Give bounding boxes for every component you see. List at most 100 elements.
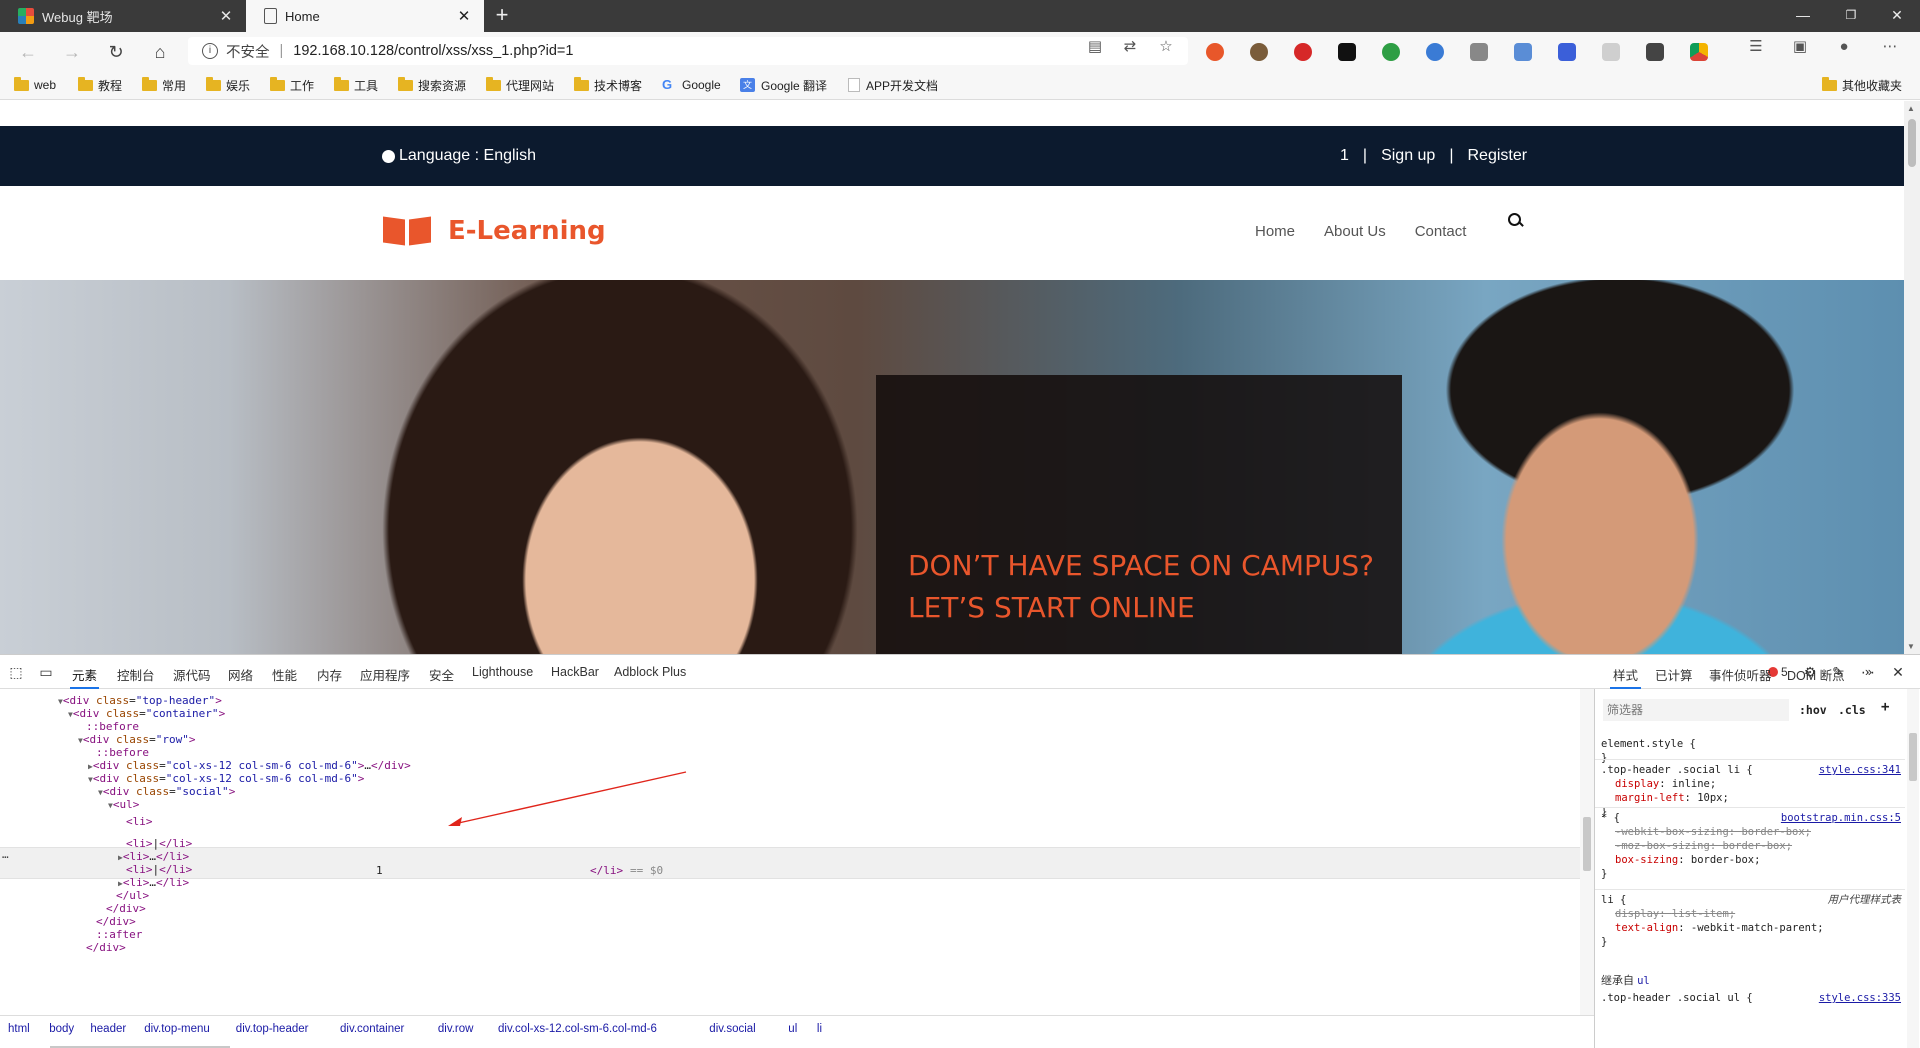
collections-icon[interactable]: ▣ xyxy=(1790,37,1810,57)
signup-link[interactable]: Sign up xyxy=(1381,147,1435,165)
bookmark-folder[interactable]: 搜索资源 xyxy=(398,76,466,94)
tab-styles[interactable]: 样式 xyxy=(1609,665,1642,689)
extension-icon[interactable] xyxy=(1558,43,1576,61)
breadcrumb-item[interactable]: div.top-header xyxy=(236,1023,309,1035)
extension-icon[interactable] xyxy=(1338,43,1356,61)
adblock-plus-icon[interactable] xyxy=(1294,43,1312,61)
bookmark-google[interactable]: G Google xyxy=(662,76,721,94)
breadcrumb-item[interactable]: div.container xyxy=(340,1023,404,1035)
styles-scrollbar[interactable] xyxy=(1907,689,1919,1048)
selected-dom-node[interactable]: … 1 </li> == $0 xyxy=(0,847,1580,879)
extension-icon[interactable] xyxy=(1470,43,1488,61)
tab-computed[interactable]: 已计算 xyxy=(1655,665,1693,684)
hover-state-button[interactable]: :hov xyxy=(1799,703,1827,717)
register-link[interactable]: Register xyxy=(1467,147,1527,165)
elements-scrollbar[interactable] xyxy=(1580,689,1594,1015)
tab-dom-breakpoints[interactable]: DOM 断点 xyxy=(1787,665,1845,684)
url-text[interactable]: 192.168.10.128/control/xss/xss_1.php?id=… xyxy=(293,43,573,59)
forward-button[interactable]: → xyxy=(58,38,86,66)
dom-node-line[interactable]: </div> xyxy=(78,940,126,956)
translate-icon[interactable]: ⇄ xyxy=(1120,37,1140,57)
tab-hackbar[interactable]: HackBar xyxy=(551,665,599,679)
profile-icon[interactable]: ● xyxy=(1834,37,1854,57)
refresh-button[interactable]: ↻ xyxy=(102,38,130,66)
tab-network[interactable]: 网络 xyxy=(228,665,253,684)
tab-performance[interactable]: 性能 xyxy=(272,665,297,684)
bookmark-other[interactable]: 其他收藏夹 xyxy=(1822,76,1902,94)
scrollbar-thumb[interactable] xyxy=(1909,733,1917,781)
language-selector[interactable]: Language : English xyxy=(382,147,536,165)
breadcrumb-item[interactable]: div.row xyxy=(438,1023,474,1035)
dom-node-line[interactable]: ▼<ul> xyxy=(108,797,139,813)
extension-icon[interactable] xyxy=(1206,43,1224,61)
bookmark-folder[interactable]: 工作 xyxy=(270,76,314,94)
new-tab-button[interactable]: + xyxy=(490,3,514,27)
breadcrumb-item[interactable]: header xyxy=(90,1023,126,1035)
bookmark-folder[interactable]: web xyxy=(14,76,56,94)
styles-filter-input[interactable]: 筛选器 xyxy=(1603,699,1789,721)
inspect-element-icon[interactable]: ⬚ xyxy=(8,664,24,680)
tab-adblock-plus[interactable]: Adblock Plus xyxy=(614,665,686,679)
extension-icon[interactable] xyxy=(1426,43,1444,61)
extension-icon[interactable] xyxy=(1514,43,1532,61)
more-menu-icon[interactable]: ⋯ xyxy=(1880,37,1900,57)
breadcrumb-item[interactable]: div.top-menu xyxy=(144,1023,210,1035)
extension-icon[interactable] xyxy=(1602,43,1620,61)
tab-webug[interactable]: Webug 靶场 ✕ xyxy=(0,0,246,32)
css-rule[interactable]: .top-header .social ul { style.css:335 xyxy=(1601,991,1901,1005)
tab-event-listeners[interactable]: 事件侦听器 xyxy=(1709,665,1772,684)
scroll-down-icon[interactable]: ▼ xyxy=(1907,642,1915,651)
dom-node-line[interactable]: <li> xyxy=(118,814,153,830)
inherited-element[interactable]: ul xyxy=(1637,975,1650,987)
page-scrollbar[interactable]: ▲ ▼ xyxy=(1904,101,1920,654)
menu-about-us[interactable]: About Us xyxy=(1324,223,1386,240)
minimize-button[interactable]: — xyxy=(1780,0,1826,32)
bookmark-folder[interactable]: 常用 xyxy=(142,76,186,94)
info-icon[interactable]: i xyxy=(202,43,218,59)
bookmark-folder[interactable]: 娱乐 xyxy=(206,76,250,94)
close-window-button[interactable]: ✕ xyxy=(1874,0,1920,32)
bookmark-google-translate[interactable]: 文 Google 翻译 xyxy=(740,76,827,94)
more-tabs-icon[interactable]: » xyxy=(1865,665,1872,679)
rule-source-link[interactable]: style.css:335 xyxy=(1819,991,1901,1005)
add-rule-button[interactable]: + xyxy=(1881,699,1889,715)
back-button[interactable]: ← xyxy=(14,38,42,66)
breadcrumb-item[interactable]: html xyxy=(8,1023,30,1035)
favorite-star-icon[interactable]: ☆ xyxy=(1156,37,1176,57)
restore-button[interactable]: ❐ xyxy=(1828,0,1874,32)
breadcrumb-item[interactable]: ul xyxy=(788,1023,797,1035)
favorites-icon[interactable]: ☰ xyxy=(1746,37,1766,57)
tab-elements[interactable]: 元素 xyxy=(69,665,100,689)
tab-memory[interactable]: 内存 xyxy=(317,665,342,684)
home-button[interactable]: ⌂ xyxy=(146,38,174,66)
css-rule[interactable]: * {bootstrap.min.css:5 -webkit-box-sizing… xyxy=(1601,811,1901,881)
extension-icon[interactable] xyxy=(1646,43,1664,61)
reader-view-icon[interactable]: ▤ xyxy=(1085,37,1105,57)
menu-contact[interactable]: Contact xyxy=(1415,223,1467,240)
close-tab-icon[interactable]: ✕ xyxy=(218,7,234,25)
bookmark-folder[interactable]: 教程 xyxy=(78,76,122,94)
extension-icon[interactable] xyxy=(1690,43,1708,61)
tab-console[interactable]: 控制台 xyxy=(117,665,155,684)
extension-icon[interactable] xyxy=(1250,43,1268,61)
tab-lighthouse[interactable]: Lighthouse xyxy=(472,665,533,679)
class-toggle-button[interactable]: .cls xyxy=(1838,703,1866,717)
tab-sources[interactable]: 源代码 xyxy=(173,665,211,684)
css-rule[interactable]: element.style {} xyxy=(1601,737,1901,765)
extension-icon[interactable] xyxy=(1382,43,1400,61)
bookmark-folder[interactable]: 代理网站 xyxy=(486,76,554,94)
site-logo[interactable]: E-Learning xyxy=(382,216,606,246)
device-toolbar-icon[interactable]: ▭ xyxy=(38,664,54,680)
search-icon[interactable] xyxy=(1508,213,1522,227)
tab-home[interactable]: Home ✕ xyxy=(246,0,484,32)
close-tab-icon[interactable]: ✕ xyxy=(456,7,472,25)
scrollbar-thumb[interactable] xyxy=(1908,119,1916,167)
tab-security[interactable]: 安全 xyxy=(429,665,454,684)
bookmark-app-docs[interactable]: APP开发文档 xyxy=(848,76,938,94)
breadcrumb-item[interactable]: div.social xyxy=(709,1023,755,1035)
scrollbar-thumb[interactable] xyxy=(1583,817,1591,871)
ellipsis-icon[interactable]: … xyxy=(2,848,9,861)
bookmark-folder[interactable]: 工具 xyxy=(334,76,378,94)
scroll-up-icon[interactable]: ▲ xyxy=(1907,104,1915,113)
breadcrumb-item[interactable]: li xyxy=(817,1023,822,1035)
